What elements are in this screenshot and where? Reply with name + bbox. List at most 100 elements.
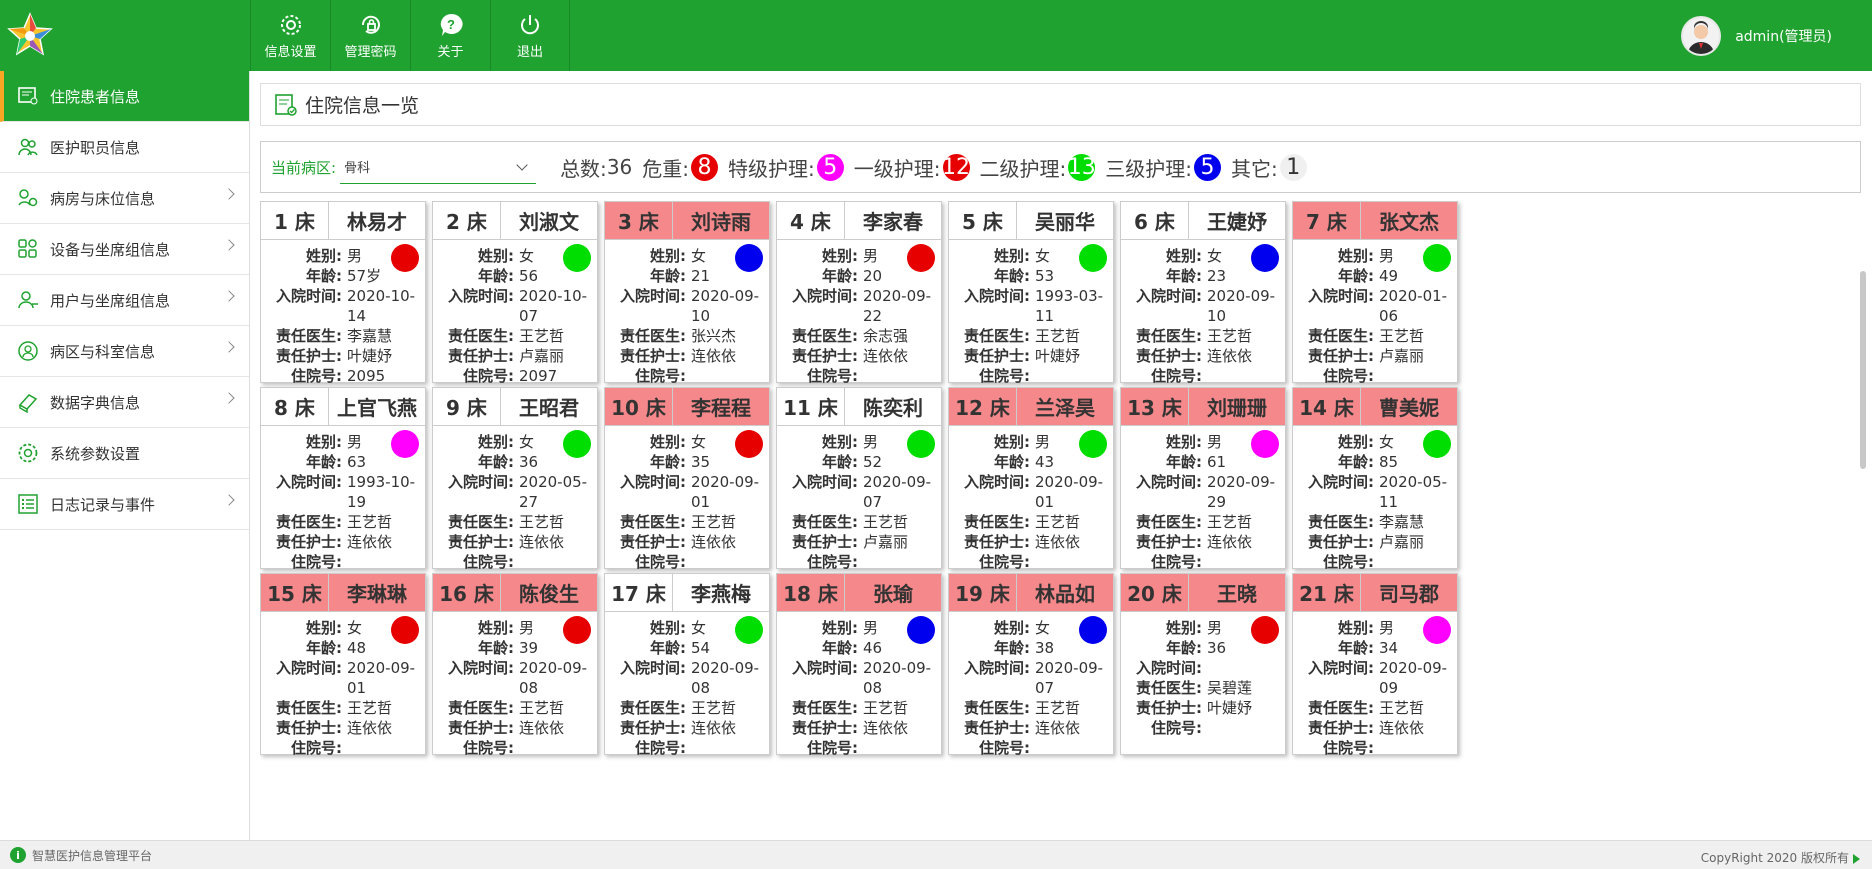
field-label: 住院号:: [979, 739, 1030, 757]
bed-card[interactable]: 2 床刘淑文 姓别: 女年龄: 56 入院时间: 2020-10-07 责任医生: 王艺哲 责任…: [432, 201, 598, 386]
sidebar-item-logs[interactable]: 日志记录与事件: [0, 479, 249, 530]
hospital-number: [516, 738, 597, 758]
sidebar-item-wards-beds[interactable]: 病房与床位信息: [0, 173, 249, 224]
field-label: 责任医生:: [620, 327, 686, 345]
bed-card[interactable]: 6 床王婕妤 姓别: 女年龄: 23 入院时间: 2020-09-10 责任医生: 王艺哲 责任…: [1120, 201, 1286, 405]
bed-card[interactable]: 3 床刘诗雨 姓别: 女年龄: 21 入院时间: 2020-09-10 责任医生: 张兴杰 责任…: [604, 201, 770, 405]
bed-card[interactable]: 21 床司马郡 姓别: 男年龄: 34 入院时间: 2020-09-09 责任医生: 王艺哲责…: [1292, 573, 1458, 758]
field-label: 责任医生:: [1308, 513, 1374, 531]
patient-name: 李程程: [691, 396, 751, 420]
chevron-down-icon: [516, 159, 528, 171]
logout-button[interactable]: 退出: [490, 0, 570, 71]
field-value: 2020-09-10: [1207, 287, 1276, 325]
field-label: 责任护士:: [448, 719, 514, 737]
field-label: 住院号:: [635, 739, 686, 757]
about-button[interactable]: ? 关于: [410, 0, 490, 71]
bed-card[interactable]: 4 床李家春 姓别: 男年龄: 20 入院时间: 2020-09-22 责任医生: 余志强 责任…: [776, 201, 942, 405]
field-label: 住院号:: [1323, 739, 1374, 757]
care-level-indicator: [1423, 244, 1451, 272]
field-label: 入院时间:: [620, 659, 686, 677]
patient-name: 林易才: [347, 210, 407, 234]
sidebar-item-devices[interactable]: 设备与坐席组信息: [0, 224, 249, 275]
svg-text:?: ?: [447, 17, 455, 32]
field-value: 1993-03-11: [1035, 287, 1104, 325]
field-label: 入院时间:: [792, 473, 858, 491]
field-label: 姓别:: [822, 247, 858, 265]
field-row: 责任医生: 王艺哲: [433, 512, 597, 532]
field-value: 王艺哲: [1035, 513, 1081, 531]
care-level-indicator: [735, 430, 763, 458]
stat-item: 三级护理: 5: [1105, 153, 1222, 182]
sidebar-item-label: 设备与坐席组信息: [50, 240, 171, 259]
field-row: 入院时间: 2020-01-06: [1293, 286, 1457, 326]
bed-card[interactable]: 15 床李琳琳 姓别: 女年龄: 48 入院时间: 2020-09-01 责任医生: 王艺哲责…: [260, 573, 426, 757]
bed-card[interactable]: 20 床王晓 姓别: 男年龄: 36 入院时间: 责任医生: 吴碧莲 责任护士: 叶婕妤 住院号:: [1120, 573, 1286, 755]
field-row: 责任护士: 连依依: [261, 718, 425, 738]
field-label: 责任医生:: [620, 513, 686, 531]
field-value: 王艺哲: [1379, 327, 1425, 345]
bed-card[interactable]: 14 床曹美妮 姓别: 女年龄: 85 入院时间: 2020-05-11 责任医生: 李嘉慧责…: [1292, 387, 1458, 591]
care-level-indicator: [391, 616, 419, 644]
stat-count-badge: 13: [1067, 153, 1096, 181]
sidebar-item-departments[interactable]: 病区与科室信息: [0, 326, 249, 377]
field-row: 责任护士: 连依依: [1121, 346, 1285, 366]
bed-card[interactable]: 17 床李燕梅 姓别: 女年龄: 54 入院时间: 2020-09-08 责任医生: 王艺哲责…: [604, 573, 770, 757]
field-label: 年龄:: [478, 639, 514, 657]
field-row: 住院号: 2097: [433, 366, 597, 386]
field-row: 入院时间: 2020-09-08: [605, 658, 769, 698]
patient-name: 陈奕利: [863, 396, 923, 420]
staff-icon: [16, 135, 40, 159]
bed-card[interactable]: 1 床林易才 姓别: 男年龄: 57岁 入院时间: 2020-10-14 责任医生: 李嘉慧责…: [260, 201, 426, 385]
field-label: 年龄:: [1166, 639, 1202, 657]
bed-card[interactable]: 5 床吴丽华 姓别: 女年龄: 53 入院时间: 1993-03-11 责任医生: 王艺哲 责任…: [948, 201, 1114, 405]
field-label: 姓别:: [994, 619, 1030, 637]
field-label: 入院时间:: [1136, 287, 1202, 305]
field-row: 责任医生: 王艺哲: [1121, 512, 1285, 532]
bed-card[interactable]: 10 床李程程 姓别: 女年龄: 35 入院时间: 2020-09-01 责任医生: 王艺哲责…: [604, 387, 770, 591]
scrollbar-thumb[interactable]: [1860, 271, 1866, 469]
field-label: 责任护士:: [448, 347, 514, 365]
field-row: 住院号:: [949, 552, 1113, 572]
bed-card-header: 4 床李家春: [777, 202, 941, 240]
bed-card[interactable]: 18 床张瑜 姓别: 男年龄: 46 入院时间: 2020-09-08 责任医生: 王艺哲 责任…: [776, 573, 942, 758]
field-row: 住院号:: [777, 738, 941, 758]
field-row: 责任护士: 连依依: [605, 346, 769, 366]
field-label: 年龄:: [478, 267, 514, 285]
manage-password-label: 管理密码: [344, 45, 397, 60]
field-value: 2020-09-08: [691, 659, 760, 697]
sidebar-item-dictionary[interactable]: 数据字典信息: [0, 377, 249, 428]
bed-card[interactable]: 12 床兰泽昊 姓别: 男年龄: 43 入院时间: 2020-09-01 责任医生: 王艺哲责…: [948, 387, 1114, 591]
sidebar-item-users[interactable]: 用户与坐席组信息: [0, 275, 249, 326]
info-settings-button[interactable]: 信息设置: [250, 0, 330, 71]
bed-card[interactable]: 11 床陈奕利 姓别: 男年龄: 52 入院时间: 2020-09-07 责任医生: 王艺哲责…: [776, 387, 942, 591]
sidebar-item-inpatients[interactable]: 住院患者信息: [0, 71, 249, 122]
vertical-scrollbar[interactable]: [1860, 201, 1866, 839]
bed-card[interactable]: 9 床王昭君 姓别: 女年龄: 36 入院时间: 2020-05-27 责任医生: 王艺哲 责任…: [432, 387, 598, 591]
sidebar-item-staff[interactable]: 医护职员信息: [0, 122, 249, 173]
user-menu[interactable]: admin(管理员): [1681, 16, 1832, 56]
field-label: 责任医生:: [964, 513, 1030, 531]
field-value: 连依依: [519, 719, 565, 737]
field-row: 责任护士: 叶婕妤: [261, 346, 425, 366]
ward-select[interactable]: 骨科: [340, 150, 537, 184]
field-label: 入院时间:: [1308, 473, 1374, 491]
field-row: 住院号:: [1293, 738, 1457, 758]
field-row: 入院时间: 2020-09-29: [1121, 472, 1285, 512]
field-value: 连依依: [347, 719, 393, 737]
field-label: 姓别:: [306, 247, 342, 265]
bed-card[interactable]: 16 床陈俊生 姓别: 男年龄: 39 入院时间: 2020-09-08 责任医生: 王艺哲责…: [432, 573, 598, 758]
bed-card-header: 9 床王昭君: [433, 388, 597, 426]
field-label: 住院号:: [463, 739, 514, 757]
sidebar-item-system-params[interactable]: 系统参数设置: [0, 428, 249, 479]
field-value: 王艺哲: [347, 513, 393, 531]
bed-card[interactable]: 7 床张文杰 姓别: 男年龄: 49 入院时间: 2020-01-06 责任医生: 王艺哲 责任…: [1292, 201, 1458, 405]
bed-card[interactable]: 13 床刘珊珊 姓别: 男年龄: 61 入院时间: 2020-09-29 责任医生: 王艺哲责…: [1120, 387, 1286, 591]
field-label: 住院号:: [291, 739, 342, 757]
field-row: 住院号:: [777, 552, 941, 572]
field-label: 年龄:: [650, 267, 686, 285]
stat-item: 一级护理: 12: [854, 153, 970, 182]
bed-card[interactable]: 19 床林品如 姓别: 女年龄: 38 入院时间: 2020-09-07 责任医生: 王艺哲责…: [948, 573, 1114, 757]
bed-card[interactable]: 8 床上官飞燕 姓别: 男年龄: 63 入院时间: 1993-10-19 责任医生: 王艺哲责…: [260, 387, 426, 591]
manage-password-button[interactable]: 管理密码: [330, 0, 410, 71]
bed-number: 5 床: [949, 202, 1017, 239]
